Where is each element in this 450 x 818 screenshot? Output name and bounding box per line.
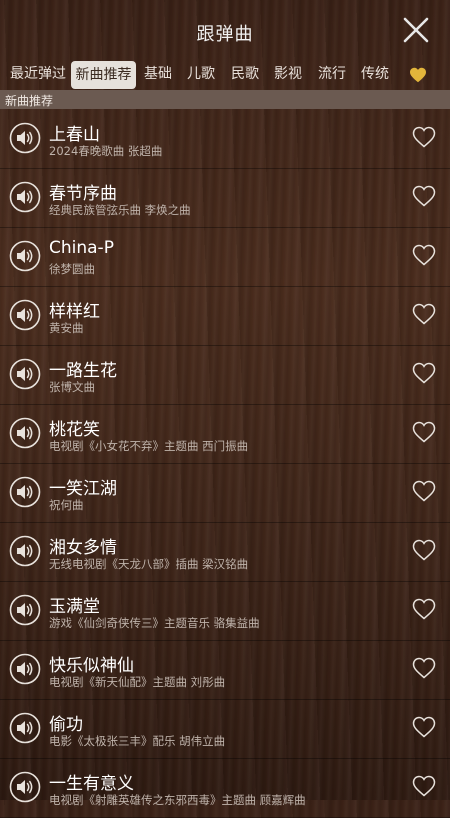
song-title: 春节序曲	[49, 184, 117, 204]
heart-icon[interactable]	[412, 539, 436, 561]
song-title: 快乐似神仙	[49, 656, 134, 676]
heart-icon[interactable]	[412, 244, 436, 266]
speaker-play-icon[interactable]	[9, 240, 41, 272]
heart-icon[interactable]	[412, 362, 436, 384]
tab-recent[interactable]: 最近弹过	[7, 60, 69, 88]
tab-new-recommend[interactable]: 新曲推荐	[71, 61, 136, 89]
song-subtitle: 祝何曲	[49, 498, 84, 512]
heart-icon[interactable]	[412, 421, 436, 443]
song-row[interactable]: 玉满堂 游戏《仙剑奇侠传三》主题音乐 骆集益曲	[0, 581, 450, 641]
song-title: 偷功	[49, 715, 83, 735]
tab-film-tv[interactable]: 影视	[270, 60, 306, 88]
song-title: 上春山	[49, 125, 100, 145]
speaker-play-icon[interactable]	[9, 653, 41, 685]
song-row[interactable]: 一路生花 张博文曲	[0, 345, 450, 405]
tab-basic[interactable]: 基础	[140, 60, 176, 88]
song-title: 样样红	[49, 302, 100, 322]
song-title: 玉满堂	[49, 597, 100, 617]
song-subtitle: 电影《太极张三丰》配乐 胡伟立曲	[49, 734, 226, 748]
song-title: 桃花笑	[49, 420, 100, 440]
song-row[interactable]: 上春山 2024春晚歌曲 张超曲	[0, 109, 450, 169]
speaker-play-icon[interactable]	[9, 417, 41, 449]
song-subtitle: 徐梦圆曲	[49, 262, 95, 276]
heart-icon[interactable]	[412, 716, 436, 738]
tab-traditional[interactable]: 传统	[357, 60, 393, 88]
song-row[interactable]: 一笑江湖 祝何曲	[0, 463, 450, 523]
speaker-play-icon[interactable]	[9, 476, 41, 508]
speaker-play-icon[interactable]	[9, 594, 41, 626]
speaker-play-icon[interactable]	[9, 358, 41, 390]
section-header: 新曲推荐	[0, 90, 450, 109]
favorites-heart-icon[interactable]	[409, 67, 427, 83]
section-label: 新曲推荐	[5, 94, 54, 108]
song-row[interactable]: 样样红 黄安曲	[0, 286, 450, 346]
speaker-play-icon[interactable]	[9, 535, 41, 567]
song-subtitle: 2024春晚歌曲 张超曲	[49, 144, 163, 158]
song-subtitle: 张博文曲	[49, 380, 95, 394]
heart-icon[interactable]	[412, 185, 436, 207]
speaker-play-icon[interactable]	[9, 122, 41, 154]
heart-icon[interactable]	[412, 657, 436, 679]
close-icon[interactable]	[402, 16, 430, 44]
tab-children[interactable]: 儿歌	[183, 60, 219, 88]
heart-icon[interactable]	[412, 598, 436, 620]
song-title: 一生有意义	[49, 774, 134, 794]
song-subtitle: 电视剧《射雕英雄传之东邪西毒》主题曲 顾嘉辉曲	[49, 793, 306, 807]
song-row[interactable]: 桃花笑 电视剧《小女花不弃》主题曲 西门振曲	[0, 404, 450, 464]
song-subtitle: 黄安曲	[49, 321, 84, 335]
heart-icon[interactable]	[412, 775, 436, 797]
song-row[interactable]: 湘女多情 无线电视剧《天龙八部》插曲 梁汉铭曲	[0, 522, 450, 582]
page-title: 跟弹曲	[196, 24, 254, 45]
speaker-play-icon[interactable]	[9, 181, 41, 213]
song-subtitle: 游戏《仙剑奇侠传三》主题音乐 骆集益曲	[49, 616, 260, 630]
speaker-play-icon[interactable]	[9, 771, 41, 803]
header: 跟弹曲	[0, 0, 450, 60]
song-title: 一笑江湖	[49, 479, 117, 499]
song-row[interactable]: China-P 徐梦圆曲	[0, 227, 450, 287]
song-title: 湘女多情	[49, 538, 117, 558]
speaker-play-icon[interactable]	[9, 712, 41, 744]
tab-pop[interactable]: 流行	[314, 60, 350, 88]
heart-icon[interactable]	[412, 480, 436, 502]
song-title: China-P	[49, 238, 114, 258]
tab-folk[interactable]: 民歌	[227, 60, 263, 88]
song-subtitle: 电视剧《新天仙配》主题曲 刘彤曲	[49, 675, 226, 689]
song-row[interactable]: 春节序曲 经典民族管弦乐曲 李焕之曲	[0, 168, 450, 228]
category-tabs: 最近弹过 新曲推荐 基础 儿歌 民歌 影视 流行 传统	[0, 60, 450, 90]
song-title: 一路生花	[49, 361, 117, 381]
song-subtitle: 无线电视剧《天龙八部》插曲 梁汉铭曲	[49, 557, 249, 571]
song-row[interactable]: 一生有意义 电视剧《射雕英雄传之东邪西毒》主题曲 顾嘉辉曲	[0, 758, 450, 818]
song-row[interactable]: 偷功 电影《太极张三丰》配乐 胡伟立曲	[0, 699, 450, 759]
heart-icon[interactable]	[412, 303, 436, 325]
song-subtitle: 电视剧《小女花不弃》主题曲 西门振曲	[49, 439, 249, 453]
speaker-play-icon[interactable]	[9, 299, 41, 331]
heart-icon[interactable]	[412, 126, 436, 148]
song-row[interactable]: 快乐似神仙 电视剧《新天仙配》主题曲 刘彤曲	[0, 640, 450, 700]
song-subtitle: 经典民族管弦乐曲 李焕之曲	[49, 203, 191, 217]
